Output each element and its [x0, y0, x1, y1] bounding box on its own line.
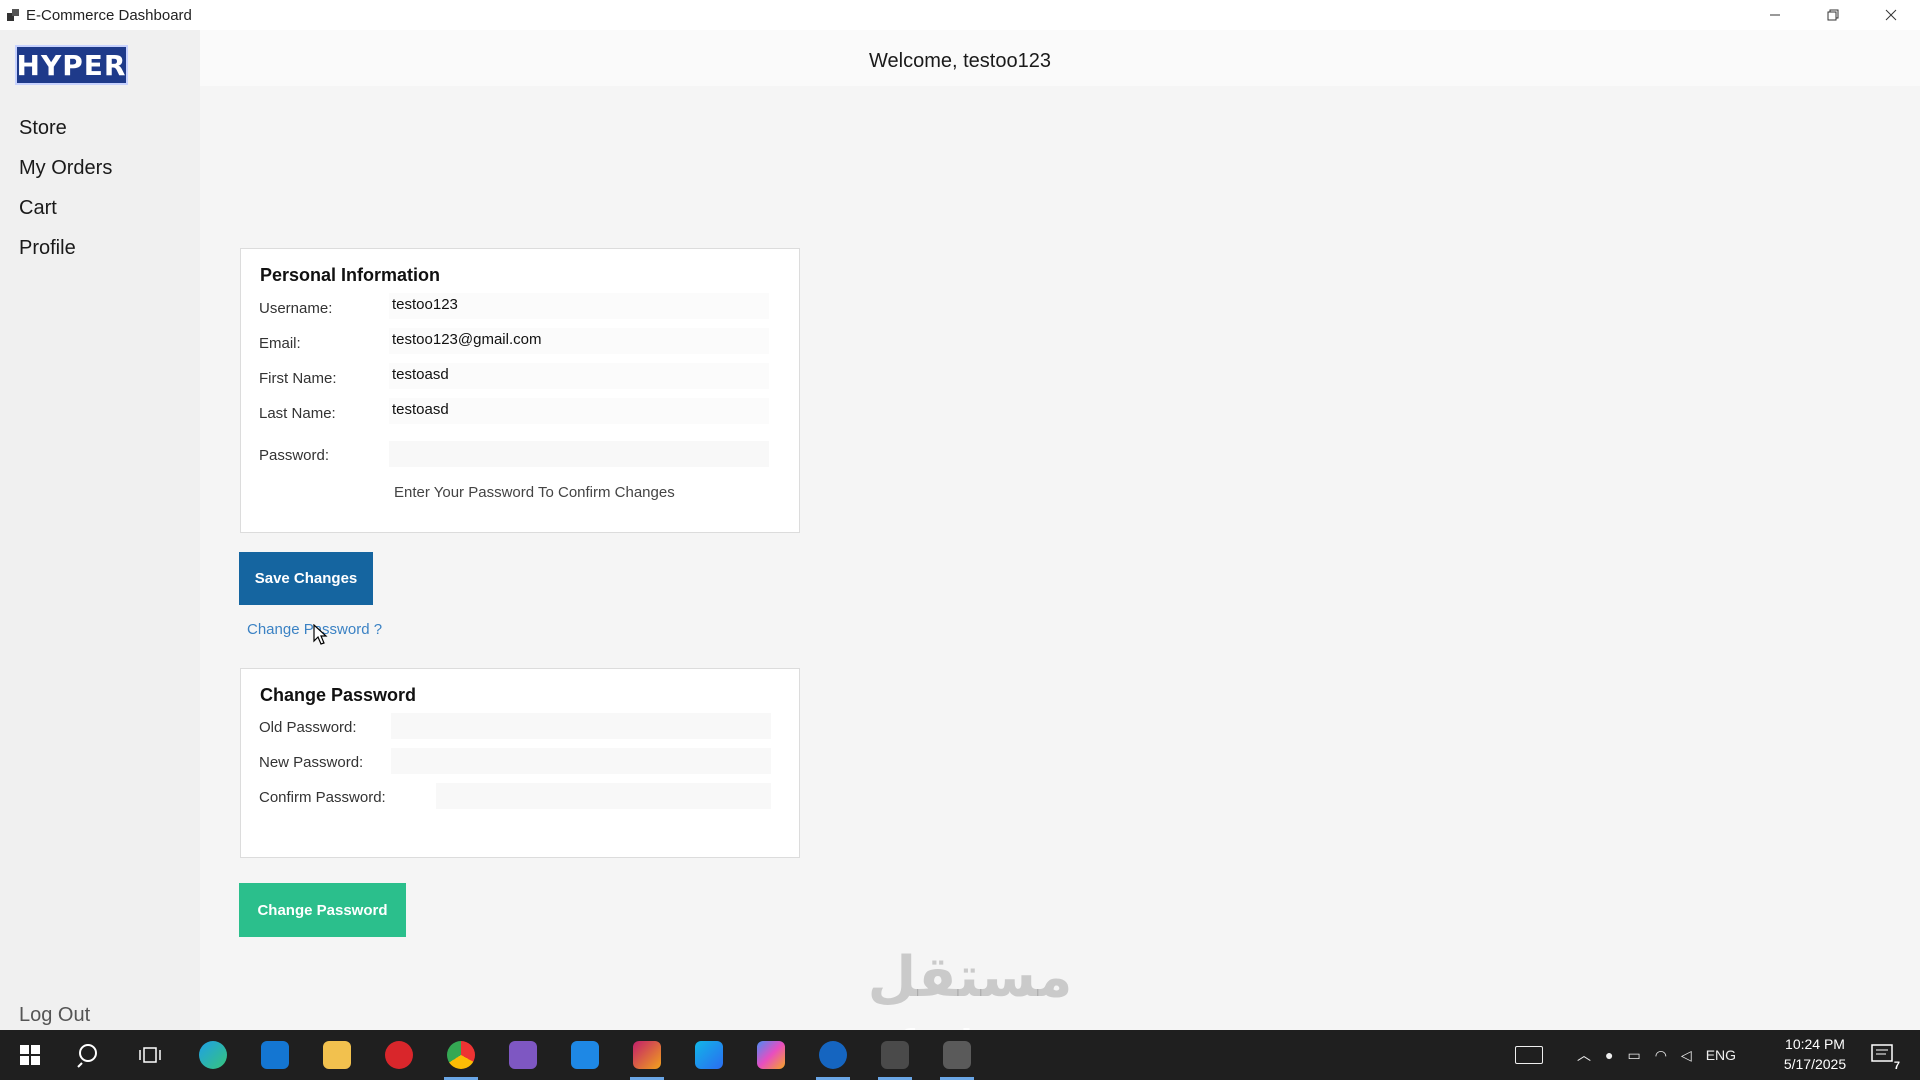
password-field[interactable] [389, 441, 769, 467]
sidebar-item-cart[interactable]: Cart [19, 188, 112, 228]
personal-info-panel: Personal Information Username: testoo123… [240, 248, 800, 533]
taskbar-visual-studio[interactable] [498, 1030, 548, 1080]
taskbar-search-button[interactable] [65, 1030, 115, 1080]
clock-time: 10:24 PM [1785, 1036, 1845, 1052]
red-app-icon [385, 1041, 413, 1069]
minimize-button[interactable] [1746, 0, 1804, 30]
taskbar-dashboard-app[interactable] [932, 1030, 982, 1080]
mouse-cursor-icon [313, 624, 328, 645]
task-view-button[interactable] [125, 1030, 175, 1080]
dashboard-app-icon [943, 1041, 971, 1069]
task-view-icon [139, 1047, 161, 1063]
window-title: E-Commerce Dashboard [26, 6, 192, 24]
taskbar-app-active[interactable] [870, 1030, 920, 1080]
vscode-icon [571, 1041, 599, 1069]
app-blue-icon [819, 1041, 847, 1069]
header: Welcome, testoo123 [200, 30, 1920, 86]
keyboard-icon[interactable] [1515, 1046, 1543, 1064]
new-password-label: New Password: [259, 754, 364, 771]
taskbar-vscode[interactable] [560, 1030, 610, 1080]
close-icon [1885, 9, 1897, 21]
password-hint: Enter Your Password To Confirm Changes [394, 484, 675, 501]
start-button[interactable] [5, 1030, 55, 1080]
save-changes-button[interactable]: Save Changes [239, 552, 373, 605]
username-label: Username: [259, 300, 333, 317]
taskbar-outlook[interactable] [250, 1030, 300, 1080]
outlook-icon [261, 1041, 289, 1069]
welcome-text: Welcome, testoo123 [869, 50, 1051, 72]
notification-icon [1871, 1044, 1893, 1062]
username-field[interactable]: testoo123 [389, 293, 769, 319]
chevron-up-icon[interactable]: ︿ [1577, 1045, 1591, 1065]
chrome-icon [447, 1041, 475, 1069]
change-password-button[interactable]: Change Password [239, 883, 406, 937]
notification-center-button[interactable]: 7 [1858, 1030, 1908, 1080]
minimize-icon [1770, 14, 1780, 16]
taskbar-chrome[interactable] [436, 1030, 486, 1080]
sidebar-nav: Store My Orders Cart Profile [19, 108, 112, 268]
edge-icon [199, 1041, 227, 1069]
first-name-field[interactable]: testoasd [389, 363, 769, 389]
last-name-field[interactable]: testoasd [389, 398, 769, 424]
brand-logo: HYPER [15, 45, 128, 85]
main-content: Welcome, testoo123 Personal Information … [200, 30, 1920, 1030]
restore-button[interactable] [1804, 0, 1862, 30]
webstorm-icon [695, 1041, 723, 1069]
taskbar-app-red[interactable] [374, 1030, 424, 1080]
taskbar-edge[interactable] [188, 1030, 238, 1080]
rider-icon [633, 1041, 661, 1069]
wifi-icon[interactable]: ◠ [1655, 1047, 1667, 1064]
copilot-icon [757, 1041, 785, 1069]
last-name-label: Last Name: [259, 405, 336, 422]
app-window-icon [881, 1041, 909, 1069]
old-password-field[interactable] [391, 713, 771, 739]
volume-icon[interactable]: ◁ [1681, 1047, 1692, 1064]
window-title-bar: E-Commerce Dashboard [0, 0, 1920, 30]
sidebar-item-profile[interactable]: Profile [19, 228, 112, 268]
notification-count: 7 [1893, 1060, 1900, 1072]
confirm-password-field[interactable] [436, 783, 771, 809]
microphone-icon[interactable]: ● [1605, 1047, 1613, 1063]
visual-studio-icon [509, 1041, 537, 1069]
new-password-field[interactable] [391, 748, 771, 774]
password-label: Password: [259, 447, 330, 464]
taskbar-file-explorer[interactable] [312, 1030, 362, 1080]
taskbar-clock[interactable]: 10:24 PM 5/17/2025 [1770, 1034, 1860, 1074]
change-password-panel: Change Password Old Password: New Passwo… [240, 668, 800, 858]
clock-date: 5/17/2025 [1783, 1056, 1847, 1072]
confirm-password-label: Confirm Password: [259, 789, 386, 806]
sidebar: HYPER Store My Orders Cart Profile Log O… [0, 30, 200, 1030]
sidebar-item-store[interactable]: Store [19, 108, 112, 148]
personal-info-title: Personal Information [260, 265, 441, 285]
restore-icon [1827, 9, 1839, 21]
app-icon [6, 8, 20, 22]
sidebar-item-my-orders[interactable]: My Orders [19, 148, 112, 188]
taskbar-webstorm[interactable] [684, 1030, 734, 1080]
email-field[interactable]: testoo123@gmail.com [389, 328, 769, 354]
first-name-label: First Name: [259, 370, 337, 387]
system-tray: ︿ ● ▭ ◠ ◁ ENG [1515, 1030, 1736, 1080]
taskbar-rider[interactable] [622, 1030, 672, 1080]
old-password-label: Old Password: [259, 719, 357, 736]
close-button[interactable] [1862, 0, 1920, 30]
email-label: Email: [259, 335, 301, 352]
search-icon [77, 1044, 97, 1068]
taskbar-copilot[interactable] [746, 1030, 796, 1080]
windows-start-icon [20, 1045, 40, 1065]
change-password-title: Change Password [260, 685, 417, 705]
logout-link[interactable]: Log Out [19, 1004, 90, 1027]
language-indicator[interactable]: ENG [1706, 1047, 1736, 1063]
battery-icon[interactable]: ▭ [1627, 1047, 1640, 1064]
folder-icon [323, 1041, 351, 1069]
taskbar-app-blue[interactable] [808, 1030, 858, 1080]
